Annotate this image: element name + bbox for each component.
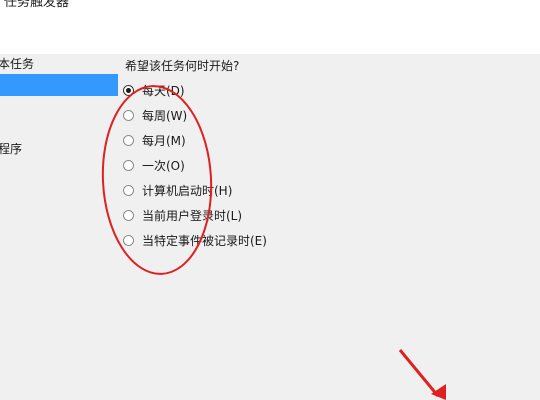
radio-daily[interactable] [123, 84, 134, 96]
option-event[interactable]: 当特定事件被记录时(E) [123, 232, 267, 248]
wizard-step-task[interactable]: 本任务 [0, 55, 34, 72]
radio-weekly[interactable] [123, 109, 134, 121]
title-bar: 任务触发器 [0, 0, 540, 54]
wizard-step-list: 本任务 程序 [0, 54, 120, 400]
radio-once[interactable] [123, 159, 134, 171]
option-once[interactable]: 一次(O) [123, 157, 185, 173]
option-startup[interactable]: 计算机启动时(H) [123, 182, 232, 198]
trigger-panel: 希望该任务何时开始? 每天(D) 每周(W) 每月(M) 一次(O) 计算机启动… [120, 54, 540, 400]
window-title: 任务触发器 [4, 0, 70, 10]
option-logon[interactable]: 当前用户登录时(L) [123, 207, 242, 223]
option-event-label: 当特定事件被记录时(E) [142, 233, 267, 248]
radio-startup[interactable] [123, 184, 134, 196]
option-weekly[interactable]: 每周(W) [123, 107, 187, 123]
radio-monthly[interactable] [123, 134, 134, 146]
option-once-label: 一次(O) [142, 158, 185, 173]
trigger-question: 希望该任务何时开始? [125, 59, 240, 73]
wizard-step-trigger[interactable] [0, 74, 118, 96]
option-monthly[interactable]: 每月(M) [123, 132, 186, 148]
wizard-step-program[interactable]: 程序 [0, 140, 22, 157]
option-daily[interactable]: 每天(D) [123, 82, 185, 98]
radio-logon[interactable] [123, 209, 134, 221]
radio-event[interactable] [123, 234, 134, 246]
option-weekly-label: 每周(W) [142, 108, 188, 123]
option-logon-label: 当前用户登录时(L) [142, 208, 243, 223]
option-daily-label: 每天(D) [142, 83, 185, 98]
option-monthly-label: 每月(M) [142, 133, 186, 148]
option-startup-label: 计算机启动时(H) [142, 183, 233, 198]
